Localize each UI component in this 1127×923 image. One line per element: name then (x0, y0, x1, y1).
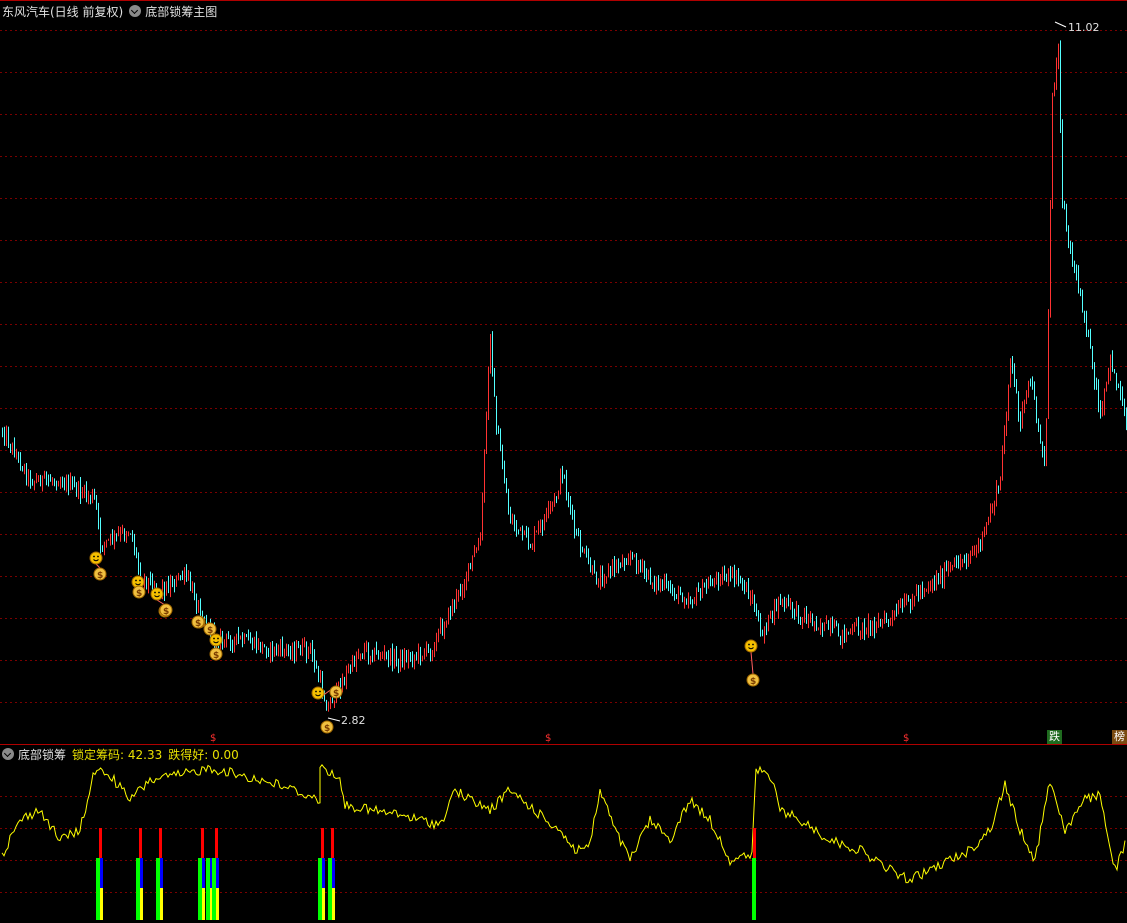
signal-connector (750, 651, 754, 675)
high-price-label: 11.02 (1068, 21, 1100, 34)
stock-chart-window: 11.022.82$$$$$$$$$$$$$ 东风汽车(日线 前复权) 底部锁筹… (0, 0, 1127, 923)
signal-bar-green (198, 858, 202, 920)
smiley-eye (139, 579, 141, 582)
signal-bar-yellow (160, 888, 163, 920)
fall-tag-badge: 跌 (1047, 730, 1062, 744)
lock-chips-line (1, 763, 1126, 884)
dollar-sign-icon: $ (545, 733, 551, 744)
rank-tag-badge: 榜 (1112, 730, 1127, 744)
smiley-eye (319, 690, 321, 693)
sub-chart-header: 底部锁筹 锁定筹码: 42.33 跌得好: 0.00 (2, 745, 239, 763)
smiley-eye (93, 555, 95, 558)
signal-bar-red (139, 828, 142, 858)
signal-bar-yellow (332, 888, 335, 920)
high-pointer (1054, 21, 1067, 28)
smiley-face-icon (89, 551, 103, 565)
smiley-eye (752, 643, 754, 646)
stock-title: 东风汽车(日线 前复权) (2, 4, 124, 19)
smiley-face-icon (311, 686, 325, 700)
signal-bar-yellow (216, 888, 219, 920)
sub-indicator-name[interactable]: 底部锁筹 (18, 746, 66, 763)
signal-bar-green (156, 858, 160, 920)
signal-bar-blue (322, 858, 325, 888)
signal-bar-blue (332, 858, 335, 888)
money-bag-glyph: $ (97, 571, 103, 581)
signal-bar-green (212, 858, 216, 920)
signal-bar-green (752, 858, 756, 920)
chart-canvas[interactable]: 11.022.82$$$$$$$$$$$$$ (0, 0, 1127, 923)
money-bag-glyph: $ (136, 589, 142, 599)
money-bag-glyph: $ (333, 689, 339, 699)
money-bag-glyph: $ (207, 626, 213, 636)
smiley-eye (97, 555, 99, 558)
money-bag-glyph: $ (324, 724, 330, 734)
money-bag-glyph: $ (213, 651, 219, 661)
signal-bar-blue (100, 858, 103, 888)
locked-chips-value: 锁定筹码: 42.33 (72, 747, 163, 762)
smiley-eye (315, 690, 317, 693)
smiley-eye (158, 591, 160, 594)
fall-good-value: 跌得好: 0.00 (168, 747, 239, 762)
main-chart-header: 东风汽车(日线 前复权) 底部锁筹主图 (2, 2, 217, 20)
signal-bar-yellow (100, 888, 103, 920)
dollar-sign-icon: $ (210, 733, 216, 744)
smiley-eye (135, 579, 137, 582)
signal-bar-blue (160, 858, 163, 888)
signal-bar-red (159, 828, 162, 858)
smiley-eye (217, 637, 219, 640)
signal-bar-green (328, 858, 332, 920)
signal-bar-green (136, 858, 140, 920)
money-bag-glyph: $ (750, 677, 756, 687)
signal-connector (95, 563, 101, 569)
signal-bar-green (96, 858, 100, 920)
money-bag-glyph: $ (195, 619, 201, 629)
signal-bar-blue (202, 858, 205, 888)
signal-bar-yellow (322, 888, 325, 920)
signal-bar-yellow (140, 888, 143, 920)
smiley-eye (154, 591, 156, 594)
dollar-sign-icon: $ (903, 733, 909, 744)
signal-bar-green (206, 858, 210, 920)
signal-bar-red (99, 828, 102, 858)
low-pointer (327, 717, 341, 722)
signal-bar-green (318, 858, 322, 920)
signal-bar-yellow (202, 888, 205, 920)
chevron-down-icon[interactable] (2, 748, 14, 760)
main-indicator-name[interactable]: 底部锁筹主图 (145, 3, 217, 20)
signal-bar-red (215, 828, 218, 858)
money-bag-glyph: $ (163, 607, 169, 617)
smiley-face-icon (744, 639, 758, 653)
low-price-label: 2.82 (341, 714, 366, 727)
smiley-eye (213, 637, 215, 640)
smiley-face-icon (209, 633, 223, 647)
signal-bar-blue (140, 858, 143, 888)
chevron-down-icon[interactable] (129, 5, 142, 17)
signal-bar-red (201, 828, 204, 858)
signal-bar-red (753, 828, 756, 858)
signal-bar-red (321, 828, 324, 858)
signal-bar-red (331, 828, 334, 858)
smiley-eye (748, 643, 750, 646)
smiley-face-icon (150, 587, 164, 601)
signal-bar-blue (216, 858, 219, 888)
